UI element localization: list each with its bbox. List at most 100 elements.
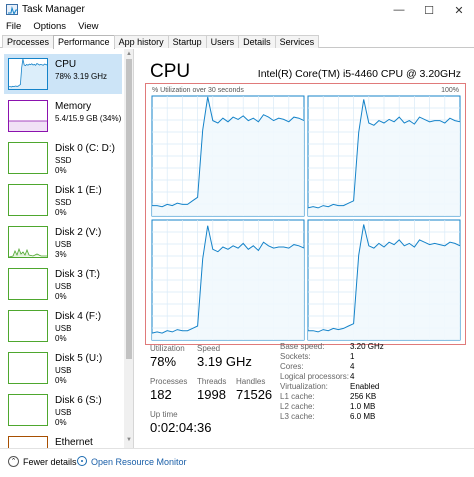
sidebar-item-name: Disk 0 (C: D:) [55,143,115,154]
sidebar-item-name: Ethernet [55,437,93,448]
sidebar-item-usage: 0% [55,207,67,217]
minimize-button[interactable]: — [384,0,414,20]
sidebar-item-detail: USB 0% [55,408,71,427]
spec-value: 1.0 MB [350,402,376,411]
utilization-label: Utilization [150,344,185,353]
sidebar-thumbnail-graph [8,352,48,384]
sidebar-item-cpu[interactable]: CPU 78% 3.19 GHz [4,54,122,94]
title-bar: Task Manager — ☐ ✕ [0,0,474,20]
threads-label: Threads [197,377,227,386]
tab-app-history[interactable]: App history [113,35,169,48]
spec-value: 4 [350,372,355,381]
tab-users[interactable]: Users [205,35,240,48]
tab-details[interactable]: Details [238,35,276,48]
spec-value: 4 [350,362,355,371]
sidebar-item-subtitle: 5.4/15.9 GB (34%) [55,114,122,123]
page-title: CPU [150,61,191,82]
scroll-down-arrow-icon[interactable]: ▼ [126,437,132,443]
sidebar-item-disk-2-v[interactable]: Disk 2 (V:) USB 3% [4,222,122,262]
sidebar-item-memory[interactable]: Memory 5.4/15.9 GB (34%) [4,96,122,136]
sidebar-thumbnail-graph [8,100,48,132]
sidebar-thumbnail-graph [8,184,48,216]
sidebar-item-subtitle: 78% 3.19 GHz [55,72,108,81]
spec-label: L1 cache: [280,392,315,401]
speed-label: Speed [197,344,221,353]
menu-bar: File Options View [0,20,474,34]
spec-value: 1 [350,352,355,361]
spec-label: L2 cache: [280,402,315,411]
speed-value: 3.19 GHz [197,354,252,369]
sidebar-item-name: CPU [55,59,77,70]
cpu-model-name: Intel(R) Core(TM) i5-4460 CPU @ 3.20GHz [257,68,461,80]
chevron-up-icon[interactable]: ⌃ [8,456,19,467]
core-0-graph [151,95,305,217]
sidebar-item-detail: 5.4/15.9 GB (34%) [55,114,121,124]
tab-startup[interactable]: Startup [167,35,207,48]
sidebar-item-usage: 0% [55,375,67,385]
resource-list: CPU 78% 3.19 GHz Memory 5.4/15.9 GB (34%) Di… [0,49,134,448]
resource-monitor-icon[interactable] [77,456,87,466]
utilization-value: 78% [150,354,177,369]
sidebar-thumbnail-graph [8,58,48,90]
sidebar-item-usage: 0% [55,291,67,301]
cpu-utilization-graph: % Utilization over 30 seconds 100% [145,83,466,345]
sidebar-item-disk-5-u[interactable]: Disk 5 (U:) USB 0% [4,348,122,388]
processes-value: 182 [150,387,172,402]
sidebar-item-subtitle: USB [55,324,72,333]
task-manager-icon [6,4,18,16]
tab-performance[interactable]: Performance [53,35,115,49]
sidebar-item-disk-0-c-d[interactable]: Disk 0 (C: D:) SSD 0% [4,138,122,178]
spec-label: Cores: [280,362,304,371]
scroll-up-arrow-icon[interactable]: ▲ [126,51,132,57]
sidebar-item-usage: 0% [55,165,67,175]
cpu-detail-panel: CPU Intel(R) Core(TM) i5-4460 CPU @ 3.20… [135,49,474,448]
sidebar-thumbnail-graph [8,310,48,342]
sidebar-item-detail: SSD 0% [55,156,71,175]
sidebar-thumbnail-graph [8,142,48,174]
sidebar-item-detail: USB 0% [55,366,71,385]
core-2-graph [151,219,305,341]
sidebar-item-detail: USB 0% [55,324,71,343]
sidebar-item-disk-3-t[interactable]: Disk 3 (T:) USB 0% [4,264,122,304]
spec-label: Base speed: [280,342,325,351]
window-title: Task Manager [22,4,85,15]
sidebar-item-disk-6-s[interactable]: Disk 6 (S:) USB 0% [4,390,122,430]
core-1-graph [307,95,461,217]
sidebar-item-ethernet[interactable]: Ethernet [4,432,122,448]
scroll-thumb[interactable] [126,59,132,359]
spec-label: Sockets: [280,352,311,361]
uptime-value: 0:02:04:36 [150,420,212,435]
tab-services[interactable]: Services [274,35,320,48]
open-resource-monitor-link[interactable]: Open Resource Monitor [91,457,187,467]
sidebar-thumbnail-graph [8,226,48,258]
sidebar-item-disk-1-e[interactable]: Disk 1 (E:) SSD 0% [4,180,122,220]
core-graphs [151,95,461,341]
uptime-label: Up time [150,410,178,419]
fewer-details-link[interactable]: Fewer details [23,457,77,467]
spec-label: L3 cache: [280,412,315,421]
sidebar-thumbnail-graph [8,394,48,426]
close-button[interactable]: ✕ [444,0,474,20]
menu-file[interactable]: File [0,20,27,34]
sidebar-item-disk-4-f[interactable]: Disk 4 (F:) USB 0% [4,306,122,346]
sidebar-item-detail: SSD 0% [55,198,71,217]
menu-options[interactable]: Options [27,20,72,34]
processes-label: Processes [150,377,188,386]
footer: ⌃ Fewer details Open Resource Monitor [0,448,474,477]
sidebar-item-name: Disk 6 (S:) [55,395,102,406]
sidebar-item-usage: 0% [55,333,67,343]
sidebar-item-usage: 0% [55,417,67,427]
spec-value: 6.0 MB [350,412,376,421]
sidebar-thumbnail-graph [8,436,48,448]
sidebar-item-name: Memory [55,101,92,112]
sidebar-item-detail: 78% 3.19 GHz [55,72,107,82]
tab-processes[interactable]: Processes [2,35,55,48]
handles-value: 71526 [236,387,273,402]
menu-view[interactable]: View [72,20,104,34]
sidebar-item-detail: USB 3% [55,240,71,259]
sidebar-item-subtitle: SSD [55,198,72,207]
sidebar-scrollbar[interactable]: ▲ ▼ [124,49,133,448]
sidebar-thumbnail-graph [8,268,48,300]
sidebar-item-subtitle: USB [55,282,72,291]
maximize-button[interactable]: ☐ [414,0,444,20]
